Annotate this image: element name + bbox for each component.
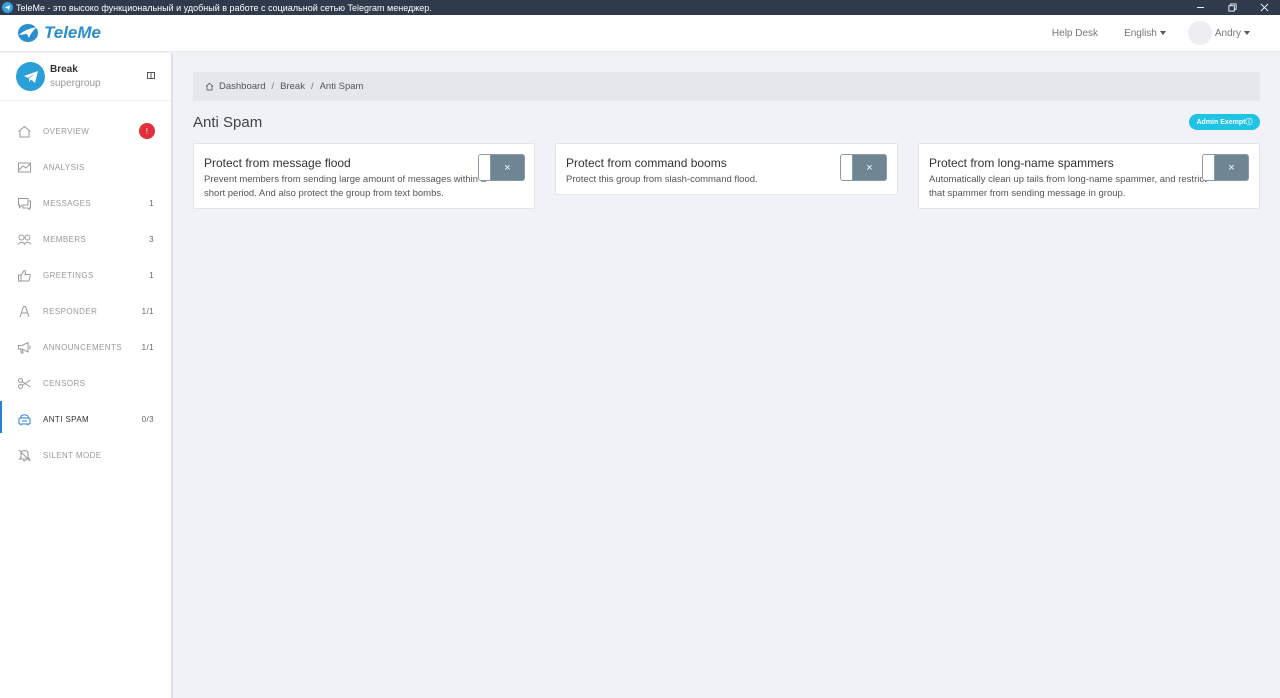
toggle-knob <box>479 155 491 180</box>
sidebar-item-label: MEMBERS <box>43 234 87 244</box>
sidebar-item-label: CENSORS <box>43 378 86 388</box>
command-boom-protection-toggle[interactable]: × <box>840 154 887 181</box>
sidebar-item-label: GREETINGS <box>43 270 94 280</box>
close-window-button[interactable] <box>1248 0 1280 15</box>
breadcrumb-separator: / <box>271 81 275 92</box>
sidebar-item-count: 1/1 <box>141 342 154 352</box>
flood-protection-card: Protect from message flood Prevent membe… <box>193 143 535 209</box>
sidebar: Break supergroup OVERVIEW ! ANALYSIS MES… <box>0 53 173 698</box>
card-description: Protect this group from slash-command fl… <box>566 174 758 185</box>
close-icon: × <box>1228 161 1235 174</box>
caret-down-icon <box>1244 31 1250 35</box>
language-label: English <box>1124 27 1157 39</box>
sidebar-item-censors[interactable]: CENSORS <box>0 365 171 401</box>
long-name-protection-toggle[interactable]: × <box>1202 154 1249 181</box>
breadcrumb-current: Anti Spam <box>319 81 364 92</box>
card-title: Protect from long-name spammers <box>929 156 1114 170</box>
sidebar-item-overview[interactable]: OVERVIEW ! <box>0 113 171 149</box>
sidebar-item-label: OVERVIEW <box>43 126 90 136</box>
command-boom-protection-card: Protect from command booms Protect this … <box>555 143 898 195</box>
sidebar-item-label: ANTI SPAM <box>43 414 90 424</box>
sidebar-item-greetings[interactable]: GREETINGS 1 <box>0 257 171 293</box>
sidebar-item-count: 1 <box>149 198 154 208</box>
sidebar-item-label: MESSAGES <box>43 198 92 208</box>
brand-logo[interactable]: TeleMe <box>17 23 101 43</box>
sidebar-item-count: 3 <box>149 234 154 244</box>
group-header[interactable]: Break supergroup <box>0 53 171 101</box>
brand-name: TeleMe <box>44 23 102 42</box>
sidebar-item-count: 0/3 <box>141 414 154 424</box>
responder-icon <box>19 305 30 317</box>
sidebar-item-responder[interactable]: RESPONDER 1/1 <box>0 293 171 329</box>
alert-badge: ! <box>139 123 155 139</box>
breadcrumb: Dashboard / Break / Anti Spam <box>193 72 1260 101</box>
window-titlebar: TeleMe - это высоко функциональный и удо… <box>0 0 1280 15</box>
admin-exempt-button[interactable]: Admin Exemptⓘ <box>1189 114 1260 130</box>
sidebar-item-analysis[interactable]: ANALYSIS <box>0 149 171 185</box>
thumbs-up-icon <box>18 269 31 281</box>
card-description: Automatically clean up tails from long-n… <box>929 174 1207 199</box>
app-icon <box>2 2 13 13</box>
restore-button[interactable] <box>1216 0 1248 15</box>
sidebar-item-anti-spam[interactable]: ANTI SPAM 0/3 <box>0 401 171 437</box>
language-dropdown[interactable]: English <box>1124 28 1166 39</box>
megaphone-icon <box>18 341 31 353</box>
sidebar-item-count: 1 <box>149 270 154 280</box>
group-avatar <box>16 62 45 91</box>
sidebar-item-label: SILENT MODE <box>43 450 102 460</box>
switch-group-icon[interactable] <box>147 72 155 79</box>
sidebar-item-announcements[interactable]: ANNOUNCEMENTS 1/1 <box>0 329 171 365</box>
sidebar-item-silent-mode[interactable]: SILENT MODE <box>0 437 171 473</box>
user-avatar <box>1187 21 1212 45</box>
sidebar-item-count: 1/1 <box>141 306 154 316</box>
card-description: Prevent members from sending large amoun… <box>204 174 486 199</box>
toggle-knob <box>1203 155 1215 180</box>
card-title: Protect from message flood <box>204 156 351 170</box>
members-icon <box>17 234 32 245</box>
help-desk-link[interactable]: Help Desk <box>1052 28 1098 39</box>
window-title: TeleMe - это высоко функциональный и удо… <box>16 2 432 13</box>
sidebar-item-label: ANALYSIS <box>43 162 85 172</box>
sidebar-item-label: RESPONDER <box>43 306 98 316</box>
telegram-icon <box>23 70 38 83</box>
card-title: Protect from command booms <box>566 156 727 170</box>
home-icon <box>18 125 31 137</box>
breadcrumb-dashboard[interactable]: Dashboard <box>219 81 265 92</box>
user-name: Andry <box>1214 27 1241 39</box>
mute-icon <box>18 449 31 461</box>
home-icon <box>205 82 214 91</box>
scissors-icon <box>18 377 31 389</box>
breadcrumb-separator: / <box>310 81 314 92</box>
top-navbar: TeleMe Help Desk English Andry <box>0 15 1280 52</box>
breadcrumb-group[interactable]: Break <box>280 81 305 92</box>
group-type: supergroup <box>50 78 101 89</box>
flood-protection-toggle[interactable]: × <box>478 154 525 181</box>
sidebar-item-messages[interactable]: MESSAGES 1 <box>0 185 171 221</box>
anti-spam-icon <box>18 413 31 425</box>
toggle-knob <box>841 155 853 180</box>
page-title: Anti Spam <box>193 114 263 131</box>
chart-icon <box>18 162 31 172</box>
caret-down-icon <box>1159 31 1166 35</box>
messages-icon <box>18 197 31 210</box>
close-icon: × <box>866 161 873 174</box>
minimize-button[interactable] <box>1184 0 1216 15</box>
sidebar-item-label: ANNOUNCEMENTS <box>43 342 122 352</box>
user-menu[interactable]: Andry <box>1187 21 1250 45</box>
sidebar-menu: OVERVIEW ! ANALYSIS MESSAGES 1 MEMBERS 3… <box>0 113 171 473</box>
teleme-logo-icon <box>18 24 38 42</box>
close-icon: × <box>504 161 511 174</box>
sidebar-item-members[interactable]: MEMBERS 3 <box>0 221 171 257</box>
long-name-protection-card: Protect from long-name spammers Automati… <box>918 143 1260 209</box>
group-name: Break <box>50 64 78 75</box>
